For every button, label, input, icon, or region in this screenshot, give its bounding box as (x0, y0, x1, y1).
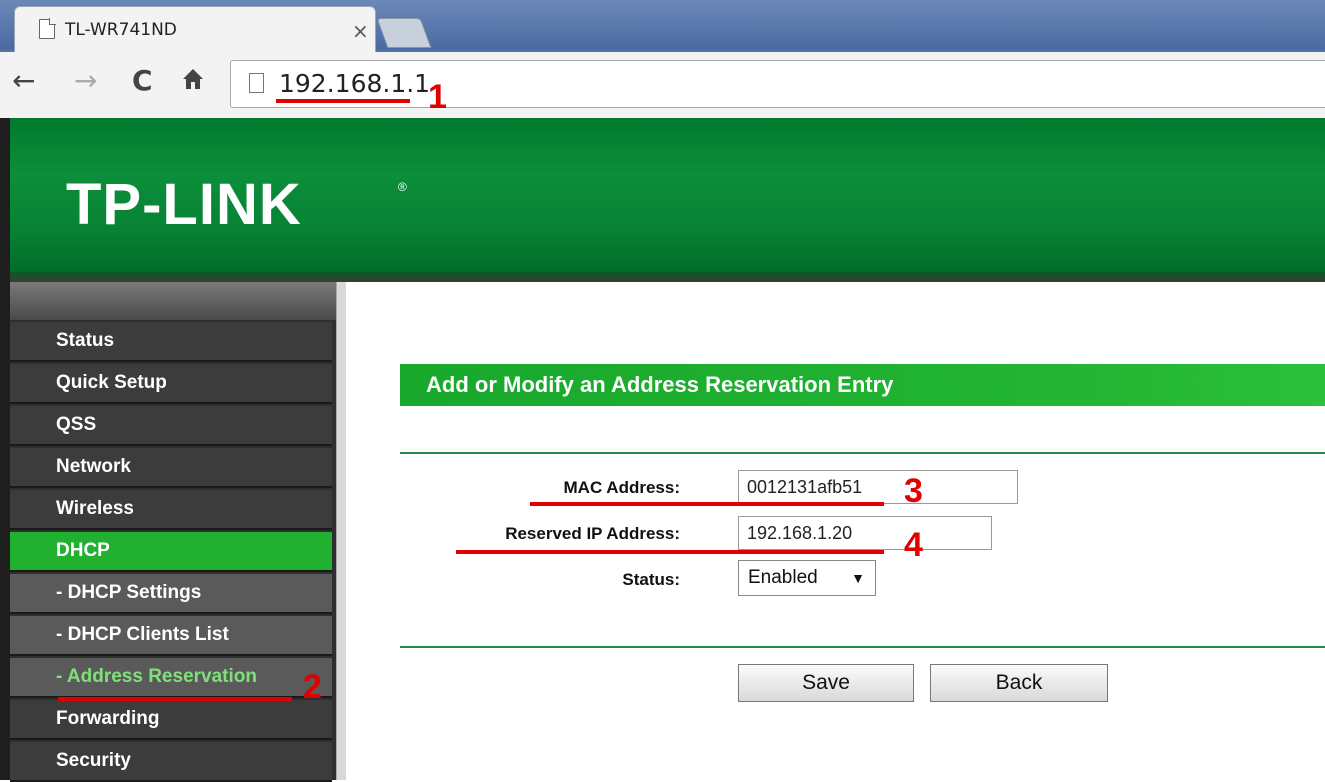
sidebar-item-network[interactable]: Network (10, 448, 332, 488)
status-label: Status: (622, 570, 680, 589)
sidebar-item-forwarding[interactable]: Forwarding (10, 700, 332, 740)
browser-tab[interactable]: TL-WR741ND × (14, 6, 376, 53)
divider-top (400, 452, 1325, 454)
new-tab-button[interactable] (376, 18, 432, 48)
back-button[interactable]: Back (930, 664, 1108, 702)
page-icon (249, 73, 264, 93)
forward-icon[interactable]: → (74, 66, 97, 96)
annotation-underline-2 (58, 697, 292, 701)
annotation-number-4: 4 (904, 526, 923, 564)
mac-address-input[interactable]: 0012131afb51 (738, 470, 1018, 504)
close-icon[interactable]: × (352, 19, 369, 43)
annotation-number-3: 3 (904, 472, 923, 510)
sidebar-item-quick-setup[interactable]: Quick Setup (10, 364, 332, 404)
status-select[interactable]: Enabled ▼ (738, 560, 876, 596)
left-edge (0, 118, 10, 780)
home-icon[interactable] (180, 66, 206, 98)
header-divider (10, 272, 1325, 282)
header-banner: TP-LINK ® (10, 118, 1325, 278)
annotation-underline-1 (276, 99, 410, 103)
url-text[interactable]: 192.168.1.1 (279, 69, 430, 98)
dropdown-arrow-icon: ▼ (851, 570, 865, 586)
tab-title: TL-WR741ND (65, 20, 177, 40)
sidebar-item-dhcp-settings[interactable]: - DHCP Settings (10, 574, 332, 614)
browser-toolbar: ← → C 192.168.1.1 (0, 52, 1325, 119)
reserved-ip-input[interactable]: 192.168.1.20 (738, 516, 992, 550)
mac-address-label: MAC Address: (563, 478, 681, 497)
divider-bottom (400, 646, 1325, 648)
annotation-number-2: 2 (303, 668, 322, 706)
sidebar-item-security[interactable]: Security (10, 742, 332, 782)
annotation-underline-3 (530, 502, 884, 506)
status-select-value: Enabled (748, 567, 818, 588)
reserved-ip-label: Reserved IP Address: (505, 524, 680, 543)
sidebar-item-status[interactable]: Status (10, 322, 332, 362)
back-icon[interactable]: ← (12, 66, 35, 96)
save-button[interactable]: Save (738, 664, 914, 702)
sidebar-item-dhcp[interactable]: DHCP (10, 532, 332, 572)
tp-link-logo: TP-LINK (66, 172, 302, 237)
registered-mark: ® (398, 180, 407, 194)
sidebar-item-dhcp-clients-list[interactable]: - DHCP Clients List (10, 616, 332, 656)
annotation-number-1: 1 (428, 78, 447, 116)
sidebar-item-address-reservation[interactable]: - Address Reservation (10, 658, 332, 698)
page-icon (39, 18, 56, 39)
sidebar-menu: Status Quick Setup QSS Network Wireless … (10, 282, 338, 782)
sidebar-item-qss[interactable]: QSS (10, 406, 332, 446)
reload-icon[interactable]: C (132, 66, 153, 96)
sidebar-top (10, 282, 338, 320)
sidebar-item-wireless[interactable]: Wireless (10, 490, 332, 530)
main-content: Add or Modify an Address Reservation Ent… (346, 282, 1325, 780)
section-title: Add or Modify an Address Reservation Ent… (400, 364, 1325, 406)
browser-chrome: TL-WR741ND × ← → C 192.168.1.1 (0, 0, 1325, 119)
tab-strip: TL-WR741ND × (0, 0, 1325, 53)
annotation-underline-4 (456, 550, 884, 554)
